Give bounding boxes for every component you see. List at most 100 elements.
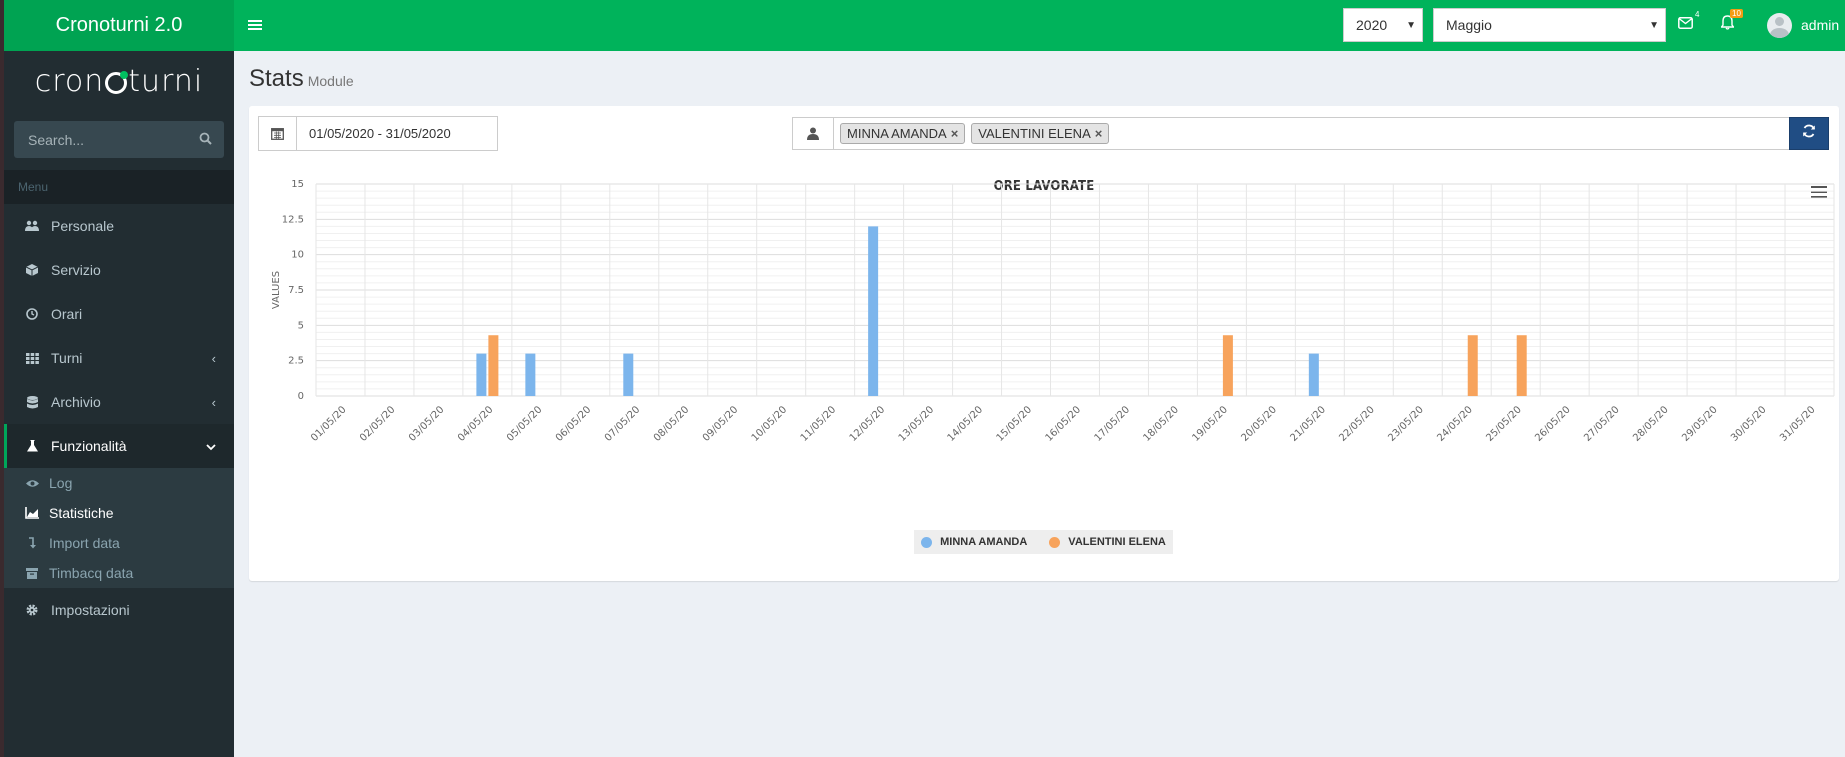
legend-item[interactable]: VALENTINI ELENA	[1049, 536, 1166, 548]
sidebar-item-servizio[interactable]: Servizio	[4, 248, 234, 292]
y-axis-label: VALUES	[271, 271, 282, 309]
bar-chart: 0 2.5 5 7.5 10 12.5 15 VALUES 01/05/20 02/05/20 03…	[271, 179, 1835, 444]
avatar[interactable]	[1767, 13, 1792, 38]
sidebar-item-label: Personale	[51, 218, 115, 234]
sidebar: Cronoturni 2.0 cron turni Search... Menu …	[4, 0, 234, 757]
x-tick-label: 10/05/20	[750, 404, 790, 444]
sidebar-subitem-log[interactable]: Log	[4, 468, 234, 498]
archive-icon	[25, 567, 39, 579]
bar	[1308, 353, 1319, 396]
brand-text-right: turni	[128, 63, 204, 99]
sidebar-subitem-label: Statistiche	[49, 505, 114, 521]
x-tick-label: 23/05/20	[1386, 404, 1426, 444]
x-tick-label: 20/05/20	[1239, 404, 1279, 444]
year-select-value: 2020	[1356, 17, 1388, 33]
x-tick-label: 17/05/20	[1093, 404, 1133, 444]
x-tick-label: 15/05/20	[995, 404, 1035, 444]
bar	[525, 353, 536, 396]
gear-icon	[25, 604, 39, 616]
chart-legend: MINNA AMANDA VALENTINI ELENA	[914, 530, 1173, 554]
sidebar-item-label: Turni	[51, 350, 83, 366]
bar	[476, 353, 487, 396]
caret-down-icon: ▼	[1649, 19, 1659, 31]
y-tick-label: 10	[291, 250, 304, 261]
page-subtitle: Module	[307, 73, 354, 89]
sidebar-item-label: Impostazioni	[51, 602, 130, 618]
bar	[1516, 335, 1527, 396]
x-tick-label: 18/05/20	[1142, 404, 1182, 444]
sidebar-item-archivio[interactable]: Archivio ‹	[4, 380, 234, 424]
x-tick-label: 21/05/20	[1288, 404, 1328, 444]
stats-box: 01/05/2020 - 31/05/2020 MINNA AMANDA × VA…	[249, 106, 1839, 581]
chevron-left-icon: ‹	[211, 394, 216, 410]
database-icon	[25, 395, 39, 409]
y-tick-label: 15	[291, 179, 304, 190]
cube-icon	[25, 264, 39, 276]
sidebar-item-turni[interactable]: Turni ‹	[4, 336, 234, 380]
bar	[1467, 335, 1478, 396]
legend-label: MINNA AMANDA	[940, 536, 1028, 548]
x-tick-label: 02/05/20	[358, 404, 398, 444]
x-tick-label: 26/05/20	[1533, 404, 1573, 444]
x-tick-label: 11/05/20	[799, 404, 839, 444]
user-name[interactable]: admin	[1801, 17, 1839, 33]
x-tick-label: 06/05/20	[554, 404, 594, 444]
legend-label: VALENTINI ELENA	[1068, 536, 1166, 548]
sidebar-subitem-label: Timbacq data	[49, 565, 134, 581]
x-tick-label: 04/05/20	[456, 404, 496, 444]
sidebar-item-orari[interactable]: Orari	[4, 292, 234, 336]
users-icon	[25, 220, 39, 232]
sidebar-item-label: Funzionalità	[51, 438, 127, 454]
x-tick-label: 07/05/20	[603, 404, 643, 444]
sidebar-item-label: Orari	[51, 306, 83, 322]
x-tick-label: 05/05/20	[505, 404, 545, 444]
bar	[868, 226, 879, 396]
bar	[488, 335, 499, 396]
sidebar-subitem-import[interactable]: Import data	[4, 528, 234, 558]
y-tick-label: 12.5	[282, 214, 304, 225]
sidebar-item-personale[interactable]: Personale	[4, 204, 234, 248]
brand-text-left: cron	[34, 63, 105, 99]
x-tick-label: 30/05/20	[1729, 404, 1769, 444]
sidebar-item-label: Archivio	[51, 394, 101, 410]
x-tick-label: 25/05/20	[1484, 404, 1524, 444]
year-select[interactable]: 2020 ▼	[1343, 8, 1423, 42]
sidebar-item-label: Servizio	[51, 262, 101, 278]
sidebar-subitem-statistiche[interactable]: Statistiche	[4, 498, 234, 528]
sidebar-item-impostazioni[interactable]: Impostazioni	[4, 588, 234, 632]
x-tick-label: 29/05/20	[1680, 404, 1720, 444]
grid-icon	[25, 352, 39, 364]
brand-logo: cron turni	[4, 51, 234, 111]
area-chart-icon	[25, 507, 39, 519]
sidebar-search[interactable]: Search...	[14, 121, 224, 158]
sidebar-item-funzionalita[interactable]: Funzionalità	[4, 424, 234, 468]
app-title[interactable]: Cronoturni 2.0	[4, 0, 234, 51]
legend-item[interactable]: MINNA AMANDA	[921, 536, 1027, 548]
hamburger-menu-icon[interactable]	[248, 15, 262, 36]
sidebar-subitem-label: Import data	[49, 535, 120, 551]
search-icon[interactable]	[199, 132, 212, 148]
submenu-funzionalita: Log Statistiche Import data Timbacq data	[4, 468, 234, 588]
caret-down-icon: ▼	[1406, 19, 1416, 31]
x-tick-label: 27/05/20	[1582, 404, 1622, 444]
month-select-value: Maggio	[1446, 17, 1492, 33]
x-tick-label: 01/05/20	[309, 404, 349, 444]
sidebar-subitem-timbacq[interactable]: Timbacq data	[4, 558, 234, 588]
chevron-down-icon	[206, 439, 216, 454]
sidebar-subitem-label: Log	[49, 475, 73, 491]
brand-logo-mark	[105, 71, 129, 94]
x-tick-label: 28/05/20	[1631, 404, 1671, 444]
x-tick-label: 22/05/20	[1337, 404, 1377, 444]
y-tick-label: 5	[298, 320, 304, 331]
x-tick-label: 31/05/20	[1778, 404, 1818, 444]
month-select[interactable]: Maggio ▼	[1433, 8, 1666, 42]
y-tick-label: 0	[298, 391, 304, 402]
mail-badge: 4	[1695, 10, 1700, 19]
x-tick-label: 24/05/20	[1435, 404, 1475, 444]
level-down-icon	[25, 537, 39, 549]
legend-marker	[1049, 536, 1061, 548]
envelope-icon[interactable]	[1678, 16, 1693, 32]
search-input[interactable]: Search...	[28, 132, 84, 148]
top-navbar: 2020 ▼ Maggio ▼ 4 10 admin	[234, 0, 1845, 51]
legend-marker	[921, 536, 933, 548]
